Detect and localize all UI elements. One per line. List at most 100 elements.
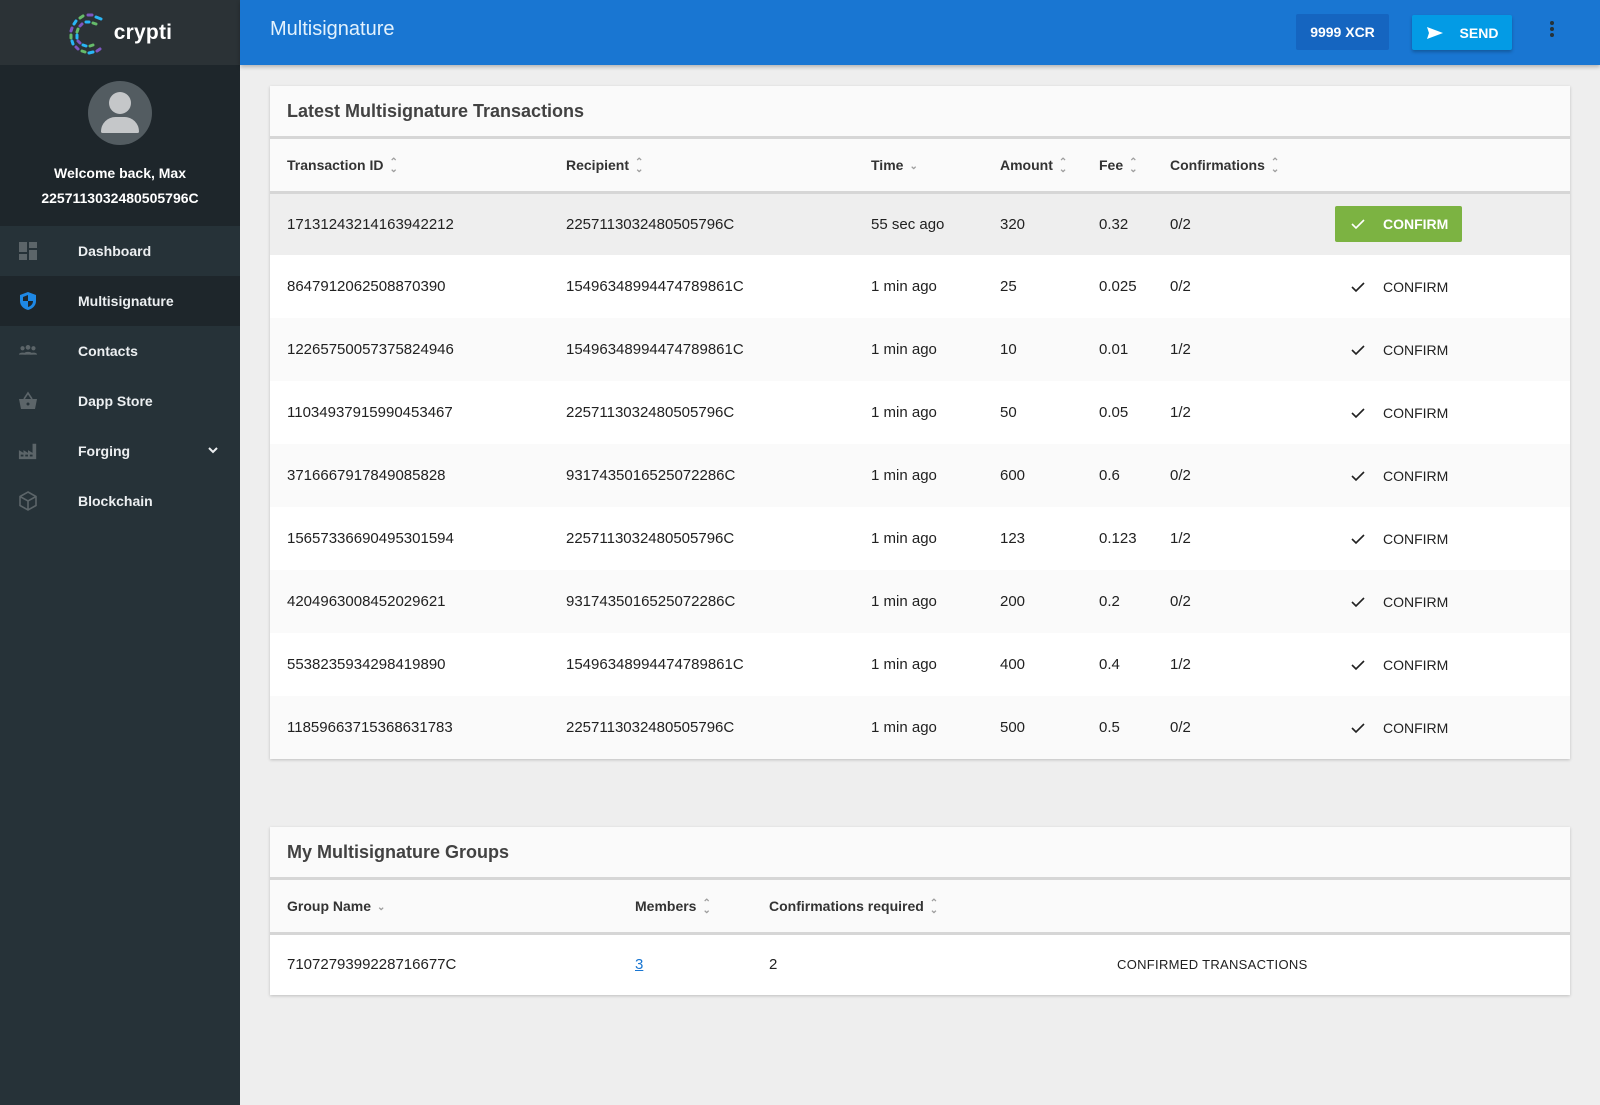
sidebar-item-forging[interactable]: Forging: [0, 426, 240, 476]
confirm-button[interactable]: CONFIRM: [1335, 269, 1462, 305]
transaction-id: 3716667917849085828: [287, 467, 446, 484]
confirmed-transactions-button[interactable]: CONFIRMED TRANSACTIONS: [1117, 957, 1308, 972]
confirm-button-label: CONFIRM: [1383, 404, 1449, 421]
transaction-row: 15657336690495301594 2257113032480505796C…: [270, 507, 1570, 570]
sidebar-item-dapp-store[interactable]: Dapp Store: [0, 376, 240, 426]
transaction-id: 15657336690495301594: [287, 530, 454, 547]
confirm-button[interactable]: CONFIRM: [1335, 395, 1462, 431]
balance-badge[interactable]: 9999 XCR: [1296, 14, 1389, 50]
column-header-fee[interactable]: Fee ⌃ ⌄: [1099, 139, 1170, 192]
column-header-time[interactable]: Time ⌄: [871, 139, 1000, 192]
confirm-button[interactable]: CONFIRM: [1335, 332, 1462, 368]
time: 1 min ago: [871, 656, 937, 673]
fee: 0.2: [1099, 593, 1120, 610]
group-name: 7107279399228716677C: [287, 956, 457, 974]
confirm-button[interactable]: CONFIRM: [1335, 458, 1462, 494]
fee: 0.025: [1099, 278, 1137, 295]
fee: 0.5: [1099, 719, 1120, 736]
confirm-button[interactable]: CONFIRM: [1335, 521, 1462, 557]
recipient: 15496348994474789861C: [566, 656, 744, 673]
confirmations: 0/2: [1170, 215, 1191, 233]
actions-cell: CONFIRM: [1335, 696, 1570, 759]
top-bar: Multisignature 9999 XCR SEND: [240, 0, 1600, 65]
amount: 50: [1000, 404, 1017, 421]
confirmations: 1/2: [1170, 341, 1191, 358]
sidebar-item-label: Dashboard: [78, 243, 152, 259]
column-header-members[interactable]: Members ⌃ ⌄: [635, 880, 769, 933]
send-button[interactable]: SEND: [1412, 15, 1512, 50]
check-icon: [1351, 470, 1365, 481]
chevron-down-icon[interactable]: [206, 443, 220, 457]
user-profile: Welcome back, Max 2257113032480505796C: [0, 65, 240, 226]
sidebar-item-label: Contacts: [78, 343, 138, 359]
transaction-row: 12265750057375824946 15496348994474789861…: [270, 318, 1570, 381]
fee: 0.32: [1099, 215, 1129, 233]
column-header-confirmations[interactable]: Confirmations ⌃ ⌄: [1170, 139, 1335, 192]
transaction-row: 17131243214163942212 2257113032480505796C…: [270, 192, 1570, 255]
amount: 320: [1000, 215, 1026, 233]
sort-icon: ⌃ ⌄: [702, 897, 711, 916]
members-link[interactable]: 3: [635, 956, 643, 973]
confirmations: 0/2: [1170, 593, 1191, 610]
confirm-button[interactable]: CONFIRM: [1335, 584, 1462, 620]
actions-cell: CONFIRM: [1335, 633, 1570, 696]
column-header-actions: [1117, 880, 1570, 933]
actions-cell: CONFIRM: [1335, 192, 1570, 255]
confirm-button[interactable]: CONFIRM: [1335, 710, 1462, 746]
amount: 400: [1000, 656, 1026, 673]
fee: 0.05: [1099, 404, 1129, 421]
time: 55 sec ago: [871, 215, 945, 233]
shield-icon: [18, 291, 38, 311]
sidebar-item-dashboard[interactable]: Dashboard: [0, 226, 240, 276]
more-options-icon[interactable]: [1545, 17, 1559, 41]
time: 1 min ago: [871, 467, 937, 484]
groups-title: My Multisignature Groups: [270, 827, 1570, 880]
column-header-group-name[interactable]: Group Name ⌄: [270, 880, 635, 933]
amount: 500: [1000, 719, 1026, 736]
check-icon: [1351, 219, 1365, 230]
confirm-button-label: CONFIRM: [1383, 467, 1449, 484]
sidebar-item-blockchain[interactable]: Blockchain: [0, 476, 240, 526]
transaction-id: 8647912062508870390: [287, 278, 446, 295]
confirmations: 1/2: [1170, 656, 1191, 673]
check-icon: [1351, 281, 1365, 292]
column-header-recipient[interactable]: Recipient ⌃ ⌄: [566, 139, 871, 192]
amount: 600: [1000, 467, 1026, 484]
column-header-amount[interactable]: Amount ⌃ ⌄: [1000, 139, 1099, 192]
column-header-transaction-id[interactable]: Transaction ID ⌃ ⌄: [270, 139, 566, 192]
confirm-button-label: CONFIRM: [1383, 656, 1449, 673]
sidebar-item-multisignature[interactable]: Multisignature: [0, 276, 240, 326]
recipient: 2257113032480505796C: [566, 404, 735, 421]
recipient: 9317435016525072286C: [566, 593, 736, 610]
cube-icon: [18, 491, 38, 511]
amount: 123: [1000, 530, 1026, 547]
contacts-icon: [18, 341, 38, 361]
transaction-id: 4204963008452029621: [287, 593, 446, 610]
confirm-button[interactable]: CONFIRM: [1335, 647, 1462, 683]
avatar[interactable]: [88, 81, 152, 145]
transactions-title: Latest Multisignature Transactions: [270, 86, 1570, 139]
confirmations: 0/2: [1170, 278, 1191, 295]
avatar-head-icon: [109, 92, 131, 114]
confirm-button[interactable]: CONFIRM: [1335, 206, 1463, 243]
sidebar-item-contacts[interactable]: Contacts: [0, 326, 240, 376]
confirmations: 1/2: [1170, 530, 1191, 547]
transaction-row: 11034937915990453467 2257113032480505796C…: [270, 381, 1570, 444]
logo[interactable]: crypti: [0, 0, 240, 65]
column-header-actions: [1335, 139, 1570, 192]
column-header-confirmations-required[interactable]: Confirmations required ⌃ ⌄: [769, 880, 1117, 933]
sort-icon: ⌃ ⌄: [1058, 156, 1068, 175]
check-icon: [1351, 596, 1365, 607]
check-icon: [1351, 533, 1365, 544]
actions-cell: CONFIRM: [1335, 381, 1570, 444]
transaction-row: 5538235934298419890 15496348994474789861C…: [270, 633, 1570, 696]
sidebar-item-label: Dapp Store: [78, 393, 153, 409]
confirmations: 0/2: [1170, 467, 1191, 484]
recipient: 15496348994474789861C: [566, 278, 744, 295]
actions-cell: CONFIRM: [1335, 507, 1570, 570]
confirm-button-label: CONFIRM: [1383, 341, 1449, 358]
check-icon: [1351, 659, 1365, 670]
basket-icon: [18, 391, 38, 411]
sort-icon: ⌃ ⌄: [635, 156, 644, 175]
time: 1 min ago: [871, 278, 937, 295]
